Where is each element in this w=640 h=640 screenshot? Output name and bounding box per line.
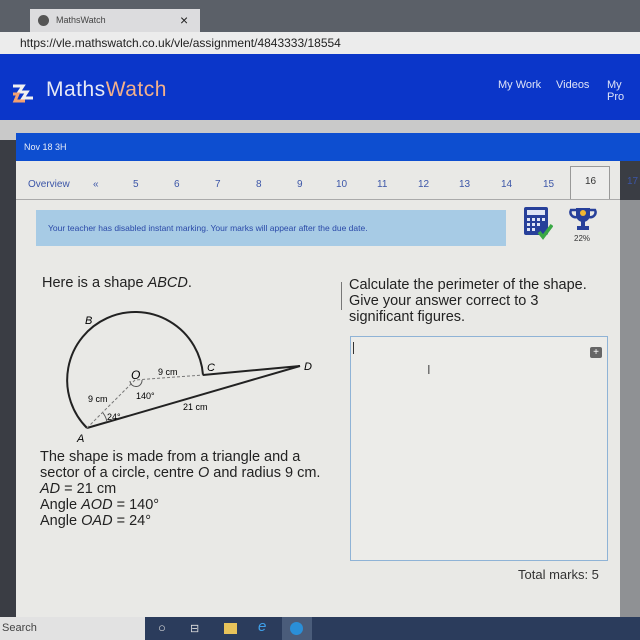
brand-watch: Watch	[105, 78, 167, 101]
url-text: https://vle.mathswatch.co.uk/vle/assignm…	[20, 36, 341, 50]
scroll-area	[620, 200, 640, 617]
nav-my-work[interactable]: My Work	[498, 79, 541, 91]
nav-videos[interactable]: Videos	[556, 79, 589, 91]
mathswatch-logo-icon[interactable]	[10, 82, 36, 106]
column-divider	[341, 282, 342, 310]
fact-ad-value: = 21 cm	[60, 481, 117, 497]
prompt-line-3: significant figures.	[349, 309, 466, 325]
ibeam-cursor-icon: I	[427, 362, 431, 377]
label-angle-oad: 24°	[107, 412, 121, 422]
desc-line-2: sector of a circle, centre O and radius …	[40, 465, 320, 481]
question-prompt: Calculate the perimeter of the shape. Gi…	[349, 277, 587, 325]
desc-text: sector of a circle, centre	[40, 465, 198, 481]
shape-diagram: B O C D A 9 cm 9 cm 140° 24° 21 cm	[66, 311, 312, 445]
fact-oad: Angle OAD = 24°	[40, 513, 320, 529]
intro-text: Here is a shape	[42, 275, 148, 291]
cortana-icon[interactable]: ○	[158, 620, 166, 635]
expand-plus-icon[interactable]: +	[590, 347, 602, 358]
assignment-title: Nov 18 3H	[16, 133, 640, 161]
prompt-line-2: Give your answer correct to 3	[349, 293, 539, 309]
fact-aod-name: AOD	[81, 497, 113, 513]
favicon-icon	[38, 15, 49, 26]
nav-my-progress[interactable]: My Pro	[607, 79, 640, 103]
desc-centre: O	[197, 465, 210, 481]
task-view-icon[interactable]: ⊟	[190, 622, 199, 635]
tab-question-10[interactable]: 10	[336, 179, 347, 190]
fact-ad-name: AD	[40, 481, 61, 497]
tab-question-8[interactable]: 8	[256, 179, 262, 190]
label-b: B	[85, 315, 92, 327]
fact-label: Angle	[40, 513, 82, 529]
fact-label: Angle	[40, 497, 82, 513]
label-angle-aod: 140°	[136, 391, 155, 401]
tab-question-12[interactable]: 12	[418, 179, 429, 190]
edge-icon	[290, 622, 303, 635]
desc-text-end: and radius 9 cm.	[209, 465, 321, 481]
address-bar[interactable]: https://vle.mathswatch.co.uk/vle/assignm…	[0, 32, 640, 54]
text-caret	[353, 342, 354, 354]
tab-divider	[16, 199, 620, 200]
tab-question-5[interactable]: 5	[133, 179, 139, 190]
fact-ad: AD = 21 cm	[40, 481, 320, 497]
tab-question-13[interactable]: 13	[459, 179, 470, 190]
tab-question-6[interactable]: 6	[174, 179, 180, 190]
tab-prev[interactable]: «	[93, 179, 99, 190]
progress-percent: 22%	[574, 234, 591, 243]
question-description: The shape is made from a triangle and a …	[40, 449, 320, 529]
fact-oad-name: OAD	[81, 513, 113, 529]
desc-line-1: The shape is made from a triangle and a	[40, 449, 301, 465]
internet-explorer-icon[interactable]: e	[258, 618, 266, 635]
brand-name[interactable]: MathsWatch	[46, 78, 167, 102]
tab-question-7[interactable]: 7	[215, 179, 221, 190]
label-oa: 9 cm	[88, 394, 108, 404]
tab-question-15[interactable]: 15	[543, 179, 554, 190]
marking-alert: Your teacher has disabled instant markin…	[36, 210, 506, 246]
label-oc: 9 cm	[158, 367, 178, 377]
brand-maths: Maths	[46, 78, 106, 101]
label-o: O	[131, 368, 140, 382]
close-tab-icon[interactable]: ×	[180, 12, 188, 28]
tab-question-16[interactable]: 16	[585, 176, 596, 187]
tab-question-9[interactable]: 9	[297, 179, 303, 190]
prompt-line-1: Calculate the perimeter of the shape.	[349, 277, 587, 293]
label-c: C	[207, 362, 215, 374]
label-d: D	[304, 361, 312, 373]
tab-question-14[interactable]: 14	[501, 179, 512, 190]
fact-aod: Angle AOD = 140°	[40, 497, 320, 513]
fact-oad-value: = 24°	[112, 513, 151, 529]
question-intro: Here is a shape ABCD.	[42, 275, 192, 291]
intro-shape-name: ABCD	[147, 275, 188, 291]
fact-aod-value: = 140°	[112, 497, 160, 513]
calculator-icon[interactable]	[523, 206, 553, 240]
total-marks: Total marks: 5	[518, 567, 599, 582]
intro-end: .	[187, 275, 192, 291]
tab-overview[interactable]: Overview	[28, 179, 70, 190]
answer-input[interactable]	[350, 336, 608, 561]
taskbar-search[interactable]: Search	[0, 617, 145, 640]
label-ad: 21 cm	[183, 402, 208, 412]
label-a: A	[76, 433, 84, 445]
tab-title: MathsWatch	[56, 15, 106, 25]
file-explorer-icon[interactable]	[224, 623, 237, 634]
edge-taskbar-button[interactable]	[282, 617, 312, 640]
tab-question-17[interactable]: 17	[627, 176, 638, 187]
browser-tab[interactable]: MathsWatch ×	[30, 9, 200, 33]
trophy-icon[interactable]	[568, 206, 598, 232]
tab-question-11[interactable]: 11	[377, 179, 387, 190]
